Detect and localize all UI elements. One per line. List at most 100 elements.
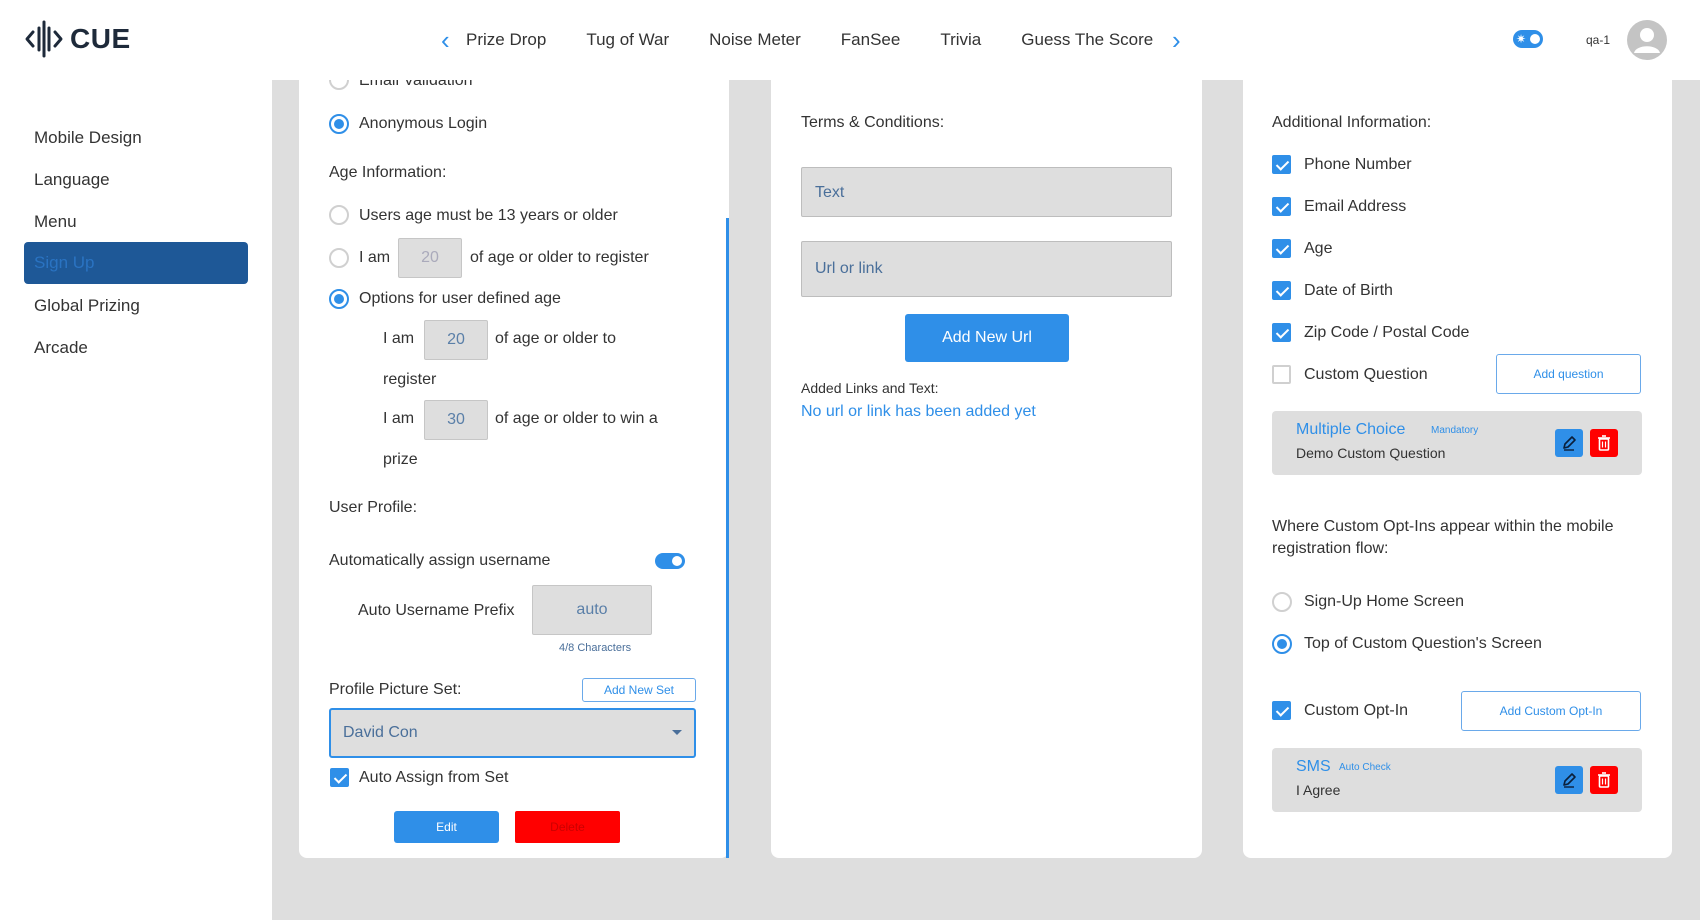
radio-anonymous-login[interactable] bbox=[329, 114, 349, 134]
radio-age-13[interactable] bbox=[329, 205, 349, 225]
question-card-subtitle: Demo Custom Question bbox=[1296, 445, 1446, 461]
prize-age-input[interactable]: 30 bbox=[424, 400, 488, 440]
age-label: Age bbox=[1304, 240, 1333, 257]
sun-icon: ✷ bbox=[1516, 32, 1527, 46]
edit-optin-button[interactable] bbox=[1555, 766, 1583, 794]
delete-button[interactable]: Delete bbox=[515, 811, 620, 843]
user-profile-heading: User Profile: bbox=[329, 499, 418, 516]
add-new-set-button[interactable]: Add New Set bbox=[582, 678, 696, 702]
no-links-message: No url or link has been added yet bbox=[801, 403, 1036, 420]
sidebar: Mobile Design Language Menu Sign Up Glob… bbox=[0, 80, 272, 908]
age-heading: Age Information: bbox=[329, 164, 447, 181]
optin-card-tag: Auto Check bbox=[1339, 762, 1391, 773]
prize-age-suffix-2: prize bbox=[383, 451, 418, 468]
sidebar-item-language[interactable]: Language bbox=[24, 159, 248, 201]
chevron-down-icon bbox=[672, 730, 682, 735]
terms-url-input[interactable]: Url or link bbox=[801, 241, 1172, 297]
custom-optin-label: Custom Opt-In bbox=[1304, 702, 1409, 719]
radio-signup-home[interactable] bbox=[1272, 592, 1292, 612]
picture-set-value: David Con bbox=[343, 724, 418, 741]
custom-optin-checkbox[interactable] bbox=[1272, 701, 1291, 720]
avatar[interactable] bbox=[1627, 20, 1667, 60]
prize-age-suffix: of age or older to win a bbox=[495, 410, 658, 427]
auto-assign-checkbox[interactable] bbox=[330, 768, 349, 787]
logo[interactable]: CUE bbox=[24, 20, 131, 58]
pencil-icon bbox=[1563, 773, 1576, 788]
add-question-button[interactable]: Add question bbox=[1496, 354, 1641, 394]
prefix-input[interactable]: auto bbox=[532, 585, 652, 635]
age-13-label: Users age must be 13 years or older bbox=[359, 207, 618, 224]
sidebar-item-label: Language bbox=[34, 170, 110, 189]
zip-code-checkbox[interactable] bbox=[1272, 323, 1291, 342]
auto-assign-label: Auto Assign from Set bbox=[359, 769, 509, 786]
auto-username-toggle[interactable] bbox=[655, 553, 685, 569]
add-custom-optin-button[interactable]: Add Custom Opt-In bbox=[1461, 691, 1641, 731]
additional-info-heading: Additional Information: bbox=[1272, 114, 1432, 131]
sidebar-item-global-prizing[interactable]: Global Prizing bbox=[24, 285, 248, 327]
phone-number-checkbox[interactable] bbox=[1272, 155, 1291, 174]
sidebar-item-label: Menu bbox=[34, 212, 77, 231]
tab-noise-meter[interactable]: Noise Meter bbox=[709, 30, 801, 50]
signup-home-label: Sign-Up Home Screen bbox=[1304, 593, 1465, 610]
register-age-suffix-2: register bbox=[383, 371, 437, 388]
edit-button[interactable]: Edit bbox=[394, 811, 499, 843]
custom-question-card: Multiple Choice Mandatory Demo Custom Qu… bbox=[1272, 411, 1642, 475]
date-of-birth-checkbox[interactable] bbox=[1272, 281, 1291, 300]
edit-question-button[interactable] bbox=[1555, 429, 1583, 457]
radio-top-custom-question[interactable] bbox=[1272, 634, 1292, 654]
age-fixed-prefix: I am bbox=[359, 249, 391, 266]
user-name: qa-1 bbox=[1586, 33, 1611, 47]
game-tabs: Prize Drop Tug of War Noise Meter FanSee… bbox=[446, 0, 1168, 80]
main-content: Email Validation Anonymous Login Age Inf… bbox=[272, 80, 1700, 920]
delete-question-button[interactable] bbox=[1590, 429, 1618, 457]
optin-card-subtitle: I Agree bbox=[1296, 782, 1341, 798]
signup-settings-panel: Email Validation Anonymous Login Age Inf… bbox=[299, 80, 729, 858]
email-address-checkbox[interactable] bbox=[1272, 197, 1291, 216]
question-card-title: Multiple Choice bbox=[1296, 421, 1406, 438]
sidebar-item-mobile-design[interactable]: Mobile Design bbox=[24, 117, 248, 159]
age-fixed-input[interactable]: 20 bbox=[398, 238, 462, 278]
tab-guess-the-score[interactable]: Guess The Score bbox=[1021, 30, 1153, 50]
email-address-label: Email Address bbox=[1304, 198, 1407, 215]
radio-email-validation[interactable] bbox=[329, 80, 349, 90]
sidebar-item-arcade[interactable]: Arcade bbox=[24, 327, 248, 369]
age-fixed-suffix: of age or older to register bbox=[470, 249, 649, 266]
tab-tug-of-war[interactable]: Tug of War bbox=[586, 30, 669, 50]
terms-text-input[interactable]: Text bbox=[801, 167, 1172, 217]
user-icon bbox=[1634, 28, 1660, 53]
top-custom-question-label: Top of Custom Question's Screen bbox=[1304, 635, 1542, 652]
tab-trivia[interactable]: Trivia bbox=[940, 30, 981, 50]
trash-icon bbox=[1598, 435, 1610, 451]
age-checkbox[interactable] bbox=[1272, 239, 1291, 258]
delete-optin-button[interactable] bbox=[1590, 766, 1618, 794]
sidebar-item-label: Mobile Design bbox=[34, 128, 142, 147]
cue-logo-icon bbox=[25, 20, 63, 58]
sidebar-item-sign-up[interactable]: Sign Up bbox=[24, 242, 248, 284]
age-user-defined-label: Options for user defined age bbox=[359, 290, 561, 307]
sidebar-item-menu[interactable]: Menu bbox=[24, 201, 248, 243]
picture-set-label: Profile Picture Set: bbox=[329, 681, 462, 698]
sidebar-item-label: Sign Up bbox=[34, 253, 95, 272]
theme-toggle[interactable]: ✷ bbox=[1513, 30, 1543, 48]
toggle-knob bbox=[672, 556, 682, 566]
add-new-url-button[interactable]: Add New Url bbox=[905, 314, 1069, 362]
radio-age-user-defined[interactable] bbox=[329, 289, 349, 309]
custom-question-checkbox[interactable] bbox=[1272, 365, 1291, 384]
register-age-suffix: of age or older to bbox=[495, 330, 616, 347]
picture-set-select[interactable]: David Con bbox=[329, 708, 696, 758]
register-age-input[interactable]: 20 bbox=[424, 320, 488, 360]
radio-age-fixed[interactable] bbox=[329, 248, 349, 268]
panel-scrollbar[interactable] bbox=[726, 218, 729, 858]
added-links-heading: Added Links and Text: bbox=[801, 380, 939, 396]
optin-placement-heading: Where Custom Opt-Ins appear within the m… bbox=[1272, 518, 1614, 557]
tabs-next-icon[interactable]: › bbox=[1172, 26, 1181, 54]
tab-prize-drop[interactable]: Prize Drop bbox=[466, 30, 546, 50]
logo-text: CUE bbox=[70, 23, 131, 54]
auto-username-label: Automatically assign username bbox=[329, 552, 551, 569]
tab-fansee[interactable]: FanSee bbox=[841, 30, 901, 50]
additional-info-panel: Additional Information: Phone Number Ema… bbox=[1243, 80, 1672, 858]
trash-icon bbox=[1598, 772, 1610, 788]
terms-heading: Terms & Conditions: bbox=[801, 114, 945, 131]
email-validation-label: Email Validation bbox=[359, 80, 473, 89]
register-age-prefix: I am bbox=[383, 330, 415, 347]
